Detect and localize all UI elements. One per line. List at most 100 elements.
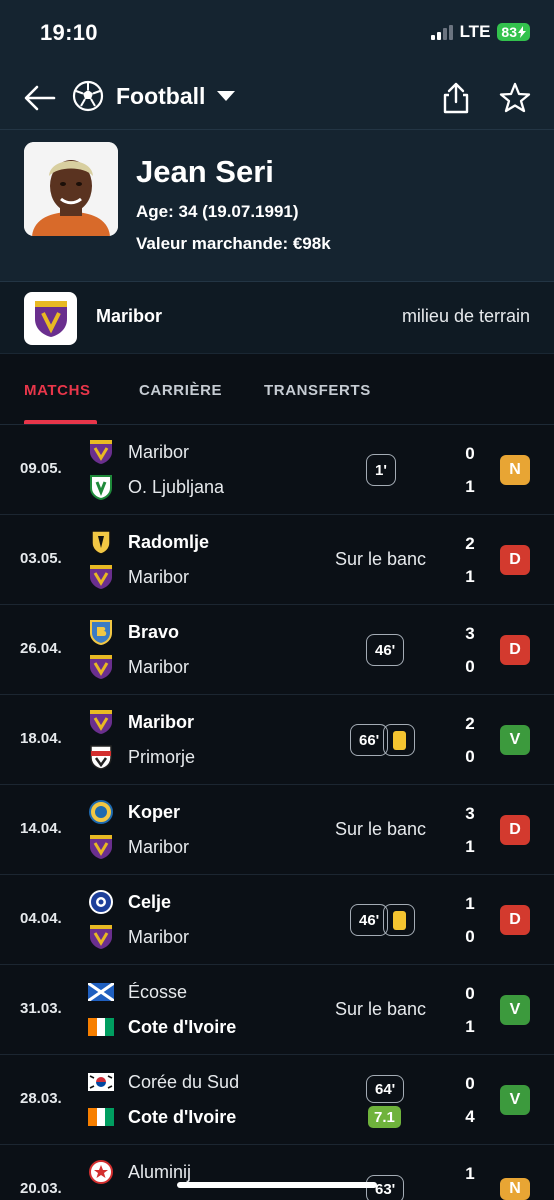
maribor-crest-icon (88, 834, 114, 860)
tab-matchs[interactable]: MATCHS (24, 382, 91, 399)
away-team-name: Cote d'Ivoire (128, 1016, 237, 1037)
share-icon (443, 82, 469, 114)
match-date: 03.05. (20, 550, 62, 567)
home-team-name: Corée du Sud (128, 1071, 240, 1092)
home-team-name: Koper (128, 801, 181, 822)
home-team: Aluminij (88, 1159, 191, 1185)
home-team: Corée du Sud (88, 1069, 239, 1095)
match-row[interactable]: 26.04. Bravo Maribor 46' 3 0 D (0, 605, 554, 695)
bench-status: Sur le banc (334, 549, 426, 569)
match-row[interactable]: 04.04. Celje Maribor 46' 1 0 D (0, 875, 554, 965)
away-team: Maribor (88, 654, 189, 680)
maribor-crest-icon (24, 292, 77, 345)
home-team-name: Celje (128, 891, 172, 912)
home-team-name: Maribor (128, 441, 190, 462)
away-team: Primorje (88, 744, 195, 770)
match-row[interactable]: 20.03. Aluminij 63' 1 N (0, 1145, 554, 1200)
match-date: 18.04. (20, 730, 62, 747)
network-type: LTE (459, 22, 491, 41)
home-score: 0 (465, 984, 475, 1003)
caret-down-icon (217, 91, 236, 101)
home-score: 1 (465, 894, 475, 913)
yellow-card-icon (392, 910, 406, 930)
away-team: Cote d'Ivoire (88, 1104, 236, 1130)
match-date: 26.04. (20, 640, 62, 657)
yellow-card-badge (383, 724, 415, 756)
ivory-coast-flag-icon (88, 1104, 114, 1130)
arrow-left-icon (24, 85, 56, 111)
app-header: Football (0, 68, 554, 130)
match-row[interactable]: 31.03. Écosse Cote d'Ivoire Sur le banc … (0, 965, 554, 1055)
home-team: Écosse (88, 979, 187, 1005)
away-team-name: Maribor (128, 836, 190, 857)
home-team-name: Bravo (128, 621, 180, 642)
result-badge: V (500, 725, 530, 755)
status-indicators: LTE 83 (430, 22, 530, 42)
minutes-played: 46' (366, 634, 405, 666)
match-date: 31.03. (20, 1000, 62, 1017)
match-row[interactable]: 03.05. Radomlje Maribor Sur le banc 2 1 … (0, 515, 554, 605)
active-tab-indicator (24, 420, 97, 424)
home-team-name: Écosse (128, 981, 188, 1002)
away-team: Maribor (88, 924, 189, 950)
maribor-crest-icon (88, 654, 114, 680)
tab-carriere[interactable]: CARRIÈRE (139, 382, 222, 399)
sport-name: Football (116, 82, 206, 109)
home-team: Maribor (88, 439, 189, 465)
player-name: Jean Seri (136, 154, 274, 189)
battery-level: 83 (501, 24, 517, 40)
maribor-crest-icon (88, 439, 114, 465)
result-badge: D (500, 635, 530, 665)
player-rating: 7.1 (368, 1106, 401, 1128)
match-date: 14.04. (20, 820, 62, 837)
south-korea-flag-icon (88, 1069, 114, 1095)
signal-icon (430, 24, 453, 40)
match-date: 09.05. (20, 460, 62, 477)
match-row[interactable]: 09.05. Maribor O. Ljubljana 1' 0 1 N (0, 425, 554, 515)
home-score: 3 (465, 624, 475, 643)
minutes-played: 1' (366, 454, 396, 486)
tab-bar: MATCHS CARRIÈRE TRANSFERTS (0, 354, 554, 425)
away-score: 1 (465, 567, 475, 586)
koper-crest-icon (88, 799, 114, 825)
scotland-flag-icon (88, 979, 114, 1005)
home-score: 3 (465, 804, 475, 823)
home-team-name: Aluminij (128, 1161, 192, 1182)
yellow-card-icon (392, 730, 406, 750)
player-age: Age: 34 (19.07.1991) (136, 202, 299, 221)
away-score: 1 (465, 1017, 475, 1036)
home-score: 0 (465, 444, 475, 463)
match-row[interactable]: 18.04. Maribor Primorje 66' 2 0 V (0, 695, 554, 785)
aluminij-crest-icon (88, 1159, 114, 1185)
result-badge: D (500, 545, 530, 575)
ivory-coast-flag-icon (88, 1014, 114, 1040)
current-team-row[interactable]: Maribor milieu de terrain (0, 282, 554, 354)
sport-selector[interactable]: Football (72, 80, 236, 112)
result-badge: D (500, 905, 530, 935)
maribor-crest-icon (88, 709, 114, 735)
away-team-name: Maribor (128, 926, 190, 947)
bench-status: Sur le banc (334, 999, 426, 1019)
result-badge: D (500, 815, 530, 845)
player-card: Jean Seri Age: 34 (19.07.1991) Valeur ma… (0, 130, 554, 282)
away-team-name: Maribor (128, 656, 190, 677)
away-score: 1 (465, 477, 475, 496)
status-time: 19:10 (40, 20, 98, 45)
player-photo (24, 142, 118, 236)
olimpija-crest-icon (88, 474, 114, 500)
radomlje-crest-icon (88, 529, 114, 555)
match-row[interactable]: 14.04. Koper Maribor Sur le banc 3 1 D (0, 785, 554, 875)
favorite-button[interactable] (497, 80, 533, 116)
status-bar: 19:10 LTE 83 (0, 0, 554, 68)
home-score: 2 (465, 714, 475, 733)
back-button[interactable] (22, 80, 58, 116)
soccer-ball-icon (72, 80, 104, 112)
away-team: Maribor (88, 834, 189, 860)
away-score: 4 (465, 1107, 475, 1126)
tab-transferts[interactable]: TRANSFERTS (264, 382, 371, 399)
match-row[interactable]: 28.03. Corée du Sud Cote d'Ivoire 64' 7.… (0, 1055, 554, 1145)
home-indicator[interactable] (177, 1182, 377, 1188)
share-button[interactable] (438, 80, 474, 116)
home-team: Koper (88, 799, 180, 825)
match-date: 20.03. (20, 1180, 62, 1197)
